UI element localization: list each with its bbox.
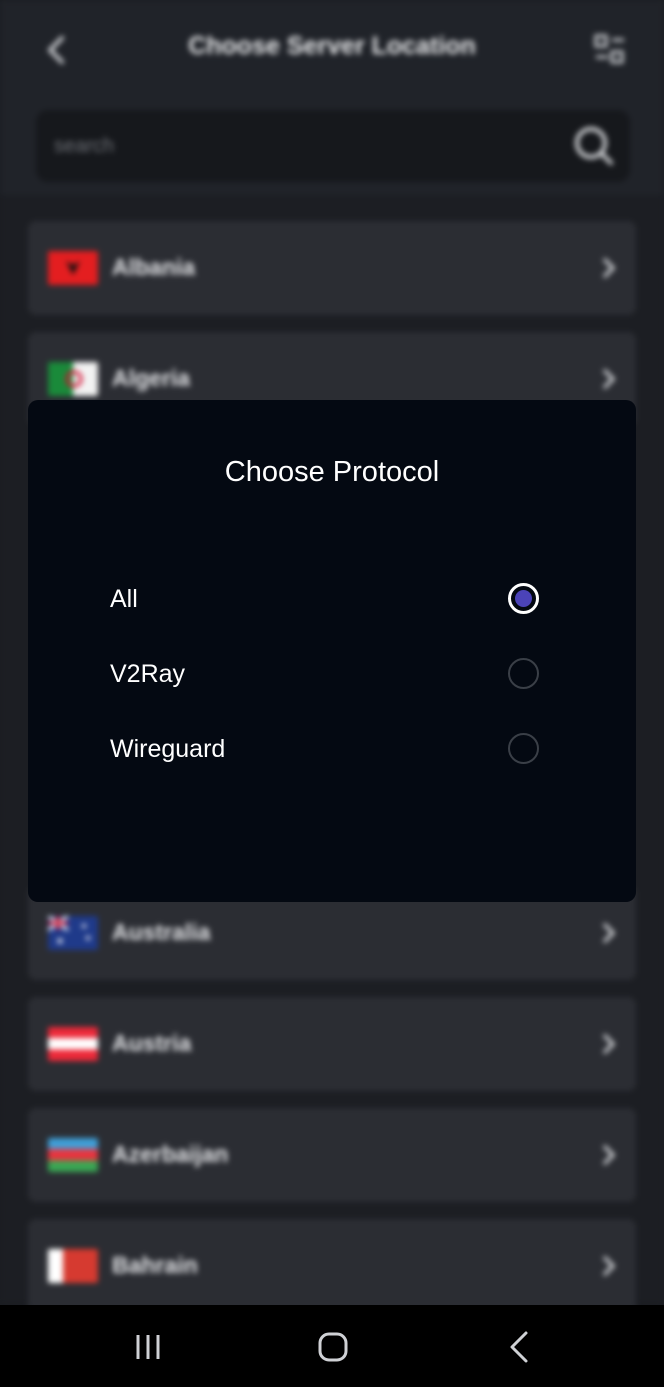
chevron-right-icon bbox=[603, 1145, 616, 1165]
chevron-right-icon bbox=[603, 258, 616, 278]
search-icon bbox=[575, 127, 613, 165]
country-name: Australia bbox=[112, 919, 211, 945]
system-back-button[interactable] bbox=[498, 1325, 542, 1369]
chevron-right-icon bbox=[603, 369, 616, 389]
filter-button[interactable] bbox=[592, 30, 628, 68]
chevron-right-icon bbox=[603, 923, 616, 943]
back-icon bbox=[510, 1331, 528, 1363]
radio-button[interactable] bbox=[508, 658, 539, 689]
country-row[interactable]: Bahrain bbox=[28, 1219, 636, 1313]
search-input[interactable] bbox=[54, 130, 534, 162]
recents-icon bbox=[136, 1335, 160, 1359]
dialog-title: Choose Protocol bbox=[224, 456, 440, 488]
system-nav-bar bbox=[0, 1305, 664, 1387]
search-bar bbox=[36, 110, 630, 182]
filter-grid-icon bbox=[594, 34, 624, 64]
chevron-right-icon bbox=[603, 1034, 616, 1054]
recents-button[interactable] bbox=[126, 1325, 170, 1369]
country-name: Albania bbox=[112, 254, 196, 280]
radio-button[interactable] bbox=[508, 733, 539, 764]
country-row[interactable]: Austria bbox=[28, 997, 636, 1091]
country-row[interactable]: Albania bbox=[28, 221, 636, 315]
flag-bahrain-icon bbox=[48, 1249, 98, 1283]
chevron-right-icon bbox=[603, 1256, 616, 1276]
country-name: Algeria bbox=[112, 365, 190, 391]
home-icon bbox=[318, 1332, 348, 1362]
search-button[interactable] bbox=[572, 124, 616, 168]
option-label: V2Ray bbox=[110, 660, 186, 688]
flag-azerbaijan-icon bbox=[48, 1138, 98, 1172]
country-name: Bahrain bbox=[112, 1252, 198, 1278]
top-bar: Choose Server Location bbox=[0, 0, 664, 195]
protocol-option-all[interactable]: All bbox=[110, 575, 554, 625]
flag-algeria-icon bbox=[48, 362, 98, 396]
flag-austria-icon bbox=[48, 1027, 98, 1061]
option-label: All bbox=[110, 585, 138, 613]
option-label: Wireguard bbox=[110, 735, 226, 763]
protocol-option-v2ray[interactable]: V2Ray bbox=[110, 650, 554, 700]
country-name: Austria bbox=[112, 1030, 192, 1056]
protocol-option-wireguard[interactable]: Wireguard bbox=[110, 725, 554, 775]
flag-albania-icon bbox=[48, 251, 98, 285]
page-title: Choose Server Location bbox=[188, 32, 476, 60]
country-name: Azerbaijan bbox=[112, 1141, 229, 1167]
radio-button-selected[interactable] bbox=[508, 583, 539, 614]
country-row[interactable]: Azerbaijan bbox=[28, 1108, 636, 1202]
flag-australia-icon bbox=[48, 916, 98, 950]
home-button[interactable] bbox=[311, 1325, 355, 1369]
